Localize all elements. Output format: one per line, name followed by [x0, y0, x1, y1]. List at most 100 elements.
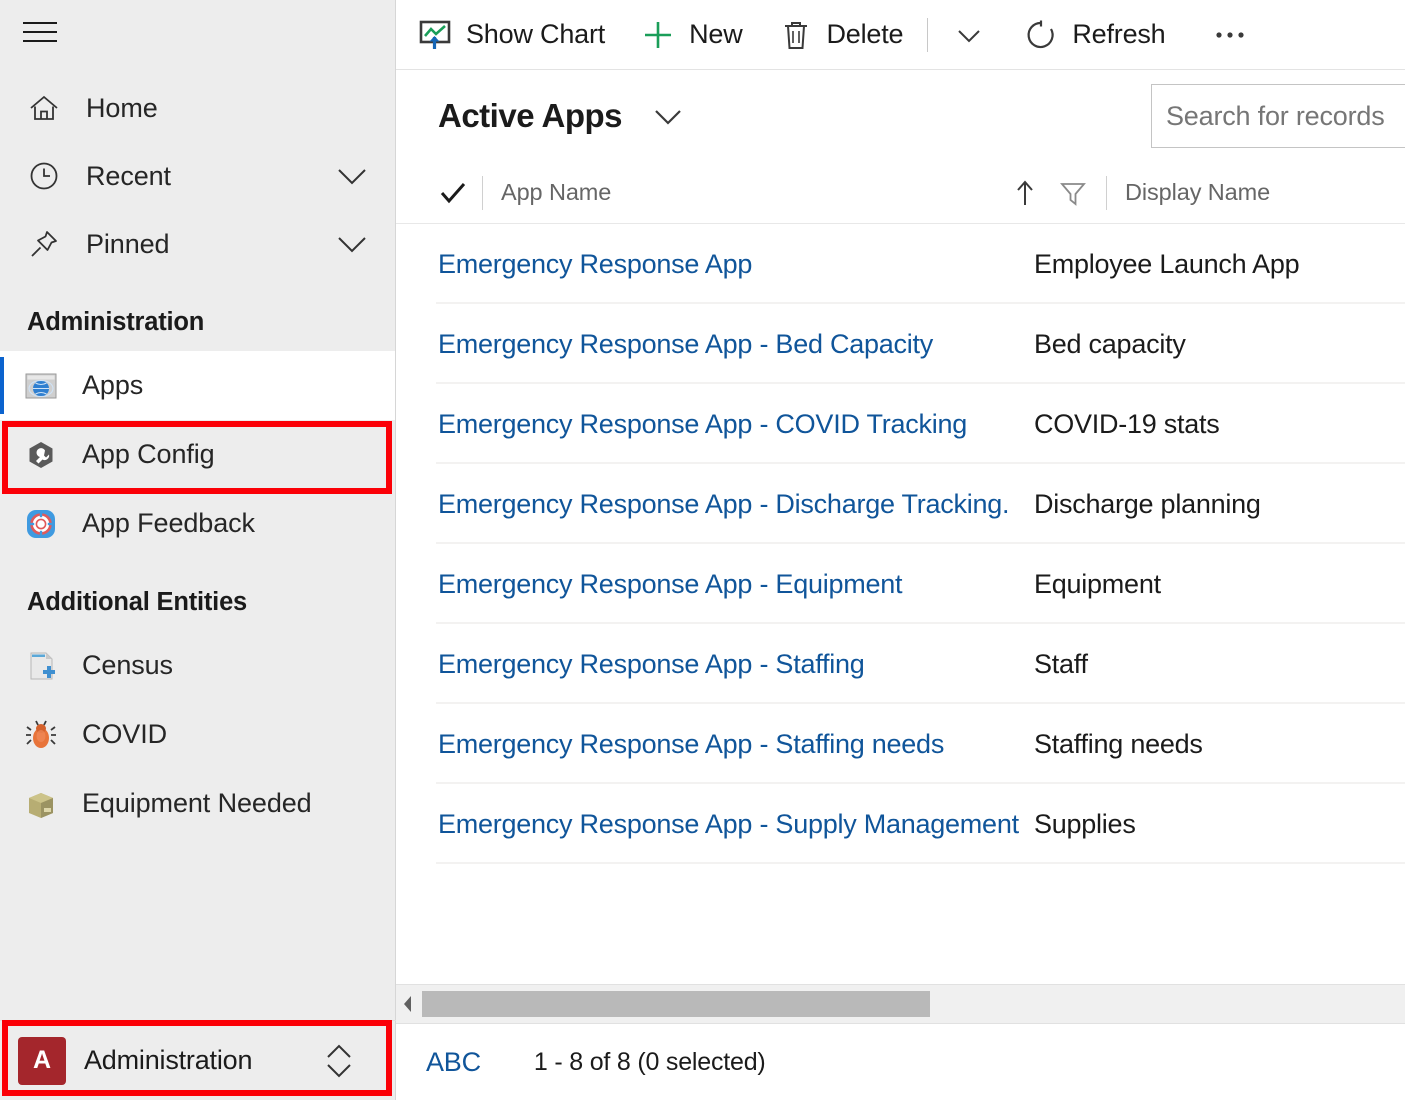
status-bar: ABC 1 - 8 of 8 (0 selected): [396, 1024, 1405, 1100]
sidebar-item-label: Home: [86, 92, 158, 123]
sidebar-item-covid[interactable]: COVID: [0, 700, 395, 769]
horizontal-scrollbar[interactable]: [396, 984, 1405, 1024]
table-row[interactable]: Emergency Response App - Supply Manageme…: [396, 784, 1405, 864]
sidebar-item-app-config[interactable]: App Config: [0, 420, 395, 489]
main-content: Show Chart New Delete Refresh Active App…: [396, 0, 1405, 1100]
table-row[interactable]: Emergency Response App - Discharge Track…: [396, 464, 1405, 544]
table-row[interactable]: Emergency Response App - Bed Capacity Be…: [396, 304, 1405, 384]
sidebar-item-recent[interactable]: Recent: [0, 142, 395, 210]
lifebuoy-icon: [22, 505, 60, 543]
view-bar: Active Apps Search for records: [396, 70, 1405, 162]
header-divider: [482, 175, 483, 210]
sidebar: Home Recent Pinned Administration Apps A…: [0, 0, 396, 1100]
scrollbar-thumb[interactable]: [422, 991, 930, 1017]
show-chart-icon: [418, 18, 452, 52]
clock-icon: [24, 156, 64, 196]
document-plus-icon: [22, 647, 60, 685]
cell-display-name: Discharge planning: [1034, 488, 1261, 519]
show-chart-label: Show Chart: [466, 19, 606, 49]
header-divider: [1106, 175, 1107, 210]
sidebar-item-label: Census: [82, 650, 173, 680]
refresh-button[interactable]: Refresh: [1024, 0, 1166, 70]
select-all-checkmark-icon[interactable]: [438, 178, 476, 208]
table-row[interactable]: Emergency Response App - Staffing Staff: [396, 624, 1405, 704]
sidebar-item-home[interactable]: Home: [0, 74, 395, 142]
sidebar-item-census[interactable]: Census: [0, 631, 395, 700]
cell-display-name: Bed capacity: [1034, 328, 1186, 359]
sidebar-item-app-feedback[interactable]: App Feedback: [0, 489, 395, 558]
sidebar-item-pinned[interactable]: Pinned: [0, 210, 395, 278]
table-row[interactable]: Emergency Response App - Staffing needs …: [396, 704, 1405, 784]
sidebar-item-apps[interactable]: Apps: [0, 351, 395, 420]
hamburger-menu-icon[interactable]: [16, 8, 64, 56]
table-row[interactable]: Emergency Response App - COVID Tracking …: [396, 384, 1405, 464]
cell-app-name[interactable]: Emergency Response App - Equipment: [438, 569, 1034, 600]
pin-icon: [24, 224, 64, 264]
scroll-left-arrow-icon[interactable]: [396, 993, 420, 1015]
grid-header: App Name Display Name: [396, 162, 1405, 224]
overflow-ellipsis-icon: [1210, 18, 1250, 52]
delete-button[interactable]: Delete: [779, 0, 904, 70]
sidebar-primary-nav: Home Recent Pinned: [0, 74, 395, 278]
sort-ascending-icon[interactable]: [1012, 178, 1038, 208]
filter-funnel-icon[interactable]: [1058, 178, 1088, 208]
table-row[interactable]: Emergency Response App - Equipment Equip…: [396, 544, 1405, 624]
page-title: Active Apps: [438, 97, 623, 134]
home-icon: [24, 88, 64, 128]
sidebar-item-label: App Feedback: [82, 508, 255, 538]
area-label: Administration: [84, 1045, 253, 1075]
table-row[interactable]: Emergency Response App Employee Launch A…: [396, 224, 1405, 304]
sidebar-item-label: COVID: [82, 719, 168, 749]
trash-icon: [779, 18, 813, 52]
cell-app-name[interactable]: Emergency Response App - Staffing: [438, 649, 1034, 680]
cell-app-name[interactable]: Emergency Response App - COVID Tracking: [438, 409, 1034, 440]
sidebar-item-equipment-needed[interactable]: Equipment Needed: [0, 769, 395, 838]
globe-window-icon: [22, 367, 60, 405]
refresh-label: Refresh: [1072, 19, 1166, 49]
search-input[interactable]: Search for records: [1151, 84, 1405, 148]
cell-display-name: Staffing needs: [1034, 728, 1203, 759]
cell-app-name[interactable]: Emergency Response App - Discharge Track…: [438, 489, 1034, 520]
column-header-display-name[interactable]: Display Name: [1125, 179, 1270, 206]
plus-icon: [641, 18, 675, 52]
new-button[interactable]: New: [641, 0, 743, 70]
cell-display-name: Staff: [1034, 648, 1088, 679]
cell-app-name[interactable]: Emergency Response App - Supply Manageme…: [438, 809, 1034, 840]
refresh-icon: [1024, 18, 1058, 52]
grid-body: Emergency Response App Employee Launch A…: [396, 224, 1405, 984]
hexagon-wrench-icon: [22, 436, 60, 474]
chevron-down-icon[interactable]: [331, 161, 373, 191]
sidebar-group-title-additional-entities: Additional Entities: [27, 588, 248, 616]
cell-display-name: Equipment: [1034, 568, 1161, 599]
overflow-menu-button[interactable]: [1210, 0, 1250, 70]
command-separator: [927, 17, 929, 52]
alpha-index-link[interactable]: ABC: [426, 1047, 481, 1078]
sidebar-item-label: Recent: [86, 160, 171, 191]
sidebar-group-title-administration: Administration: [27, 308, 205, 336]
cell-app-name[interactable]: Emergency Response App - Staffing needs: [438, 729, 1034, 760]
view-selector-chevron-down-icon[interactable]: [648, 102, 688, 130]
search-placeholder: Search for records: [1166, 100, 1385, 131]
sidebar-item-label: Equipment Needed: [82, 788, 312, 818]
sidebar-item-label: Pinned: [86, 228, 170, 259]
bug-icon: [22, 716, 60, 754]
cell-app-name[interactable]: Emergency Response App - Bed Capacity: [438, 329, 1034, 360]
delete-label: Delete: [826, 19, 904, 49]
column-header-app-name[interactable]: App Name: [501, 179, 956, 206]
new-label: New: [689, 19, 743, 49]
command-bar: Show Chart New Delete Refresh: [396, 0, 1405, 70]
area-badge: A: [18, 1036, 66, 1085]
show-chart-button[interactable]: Show Chart: [418, 0, 605, 70]
cell-app-name[interactable]: Emergency Response App: [438, 249, 1034, 280]
sidebar-item-label: Apps: [82, 370, 144, 400]
up-down-chevron-icon[interactable]: [320, 1039, 358, 1083]
more-commands-chevron-button[interactable]: [952, 0, 986, 70]
cell-display-name: Supplies: [1034, 808, 1136, 839]
cell-display-name: COVID-19 stats: [1034, 408, 1220, 439]
record-count-label: 1 - 8 of 8 (0 selected): [533, 1047, 766, 1076]
sidebar-item-label: App Config: [82, 439, 215, 469]
app-root: Home Recent Pinned Administration Apps A…: [0, 0, 1405, 1100]
chevron-down-icon[interactable]: [331, 229, 373, 259]
chevron-down-icon: [952, 18, 986, 52]
area-switcher[interactable]: A Administration: [0, 1020, 396, 1100]
